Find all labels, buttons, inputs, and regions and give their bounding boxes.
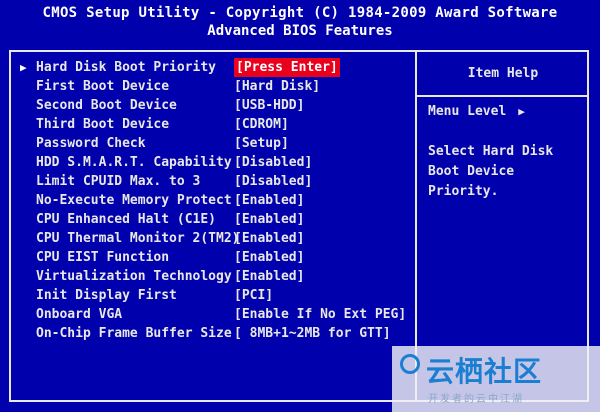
help-text: Select Hard Disk Boot Device Priority. <box>428 144 554 199</box>
setting-value[interactable]: [Disabled] <box>234 172 312 191</box>
setting-init-display[interactable]: Init Display First [PCI] <box>14 286 414 305</box>
setting-value[interactable]: [USB-HDD] <box>234 96 304 115</box>
setting-value[interactable]: [Hard Disk] <box>234 77 320 96</box>
help-divider <box>417 95 589 97</box>
setting-value[interactable]: [Setup] <box>234 134 289 153</box>
setting-password-check[interactable]: Password Check [Setup] <box>14 134 414 153</box>
setting-value[interactable]: [CDROM] <box>234 115 289 134</box>
utility-title: CMOS Setup Utility - Copyright (C) 1984-… <box>42 5 558 21</box>
setting-label: On-Chip Frame Buffer Size <box>36 326 232 341</box>
setting-third-boot-device[interactable]: Third Boot Device [CDROM] <box>14 115 414 134</box>
setting-value[interactable]: [Press Enter] <box>234 58 340 77</box>
setting-label: Second Boot Device <box>36 98 177 113</box>
setting-virtualization[interactable]: Virtualization Technology [Enabled] <box>14 267 414 286</box>
setting-label: Init Display First <box>36 288 177 303</box>
setting-tm2[interactable]: CPU Thermal Monitor 2(TM2) [Enabled] <box>14 229 414 248</box>
setting-value[interactable]: [Enable If No Ext PEG] <box>234 305 406 324</box>
menu-level: Menu Level ▶ <box>428 104 525 119</box>
setting-value[interactable]: [Enabled] <box>234 191 304 210</box>
setting-value[interactable]: [Enabled] <box>234 248 304 267</box>
setting-value[interactable]: [Enabled] <box>234 267 304 286</box>
setting-label: Password Check <box>36 136 146 151</box>
watermark-title: 云栖社区 <box>426 355 543 388</box>
setting-label: Third Boot Device <box>36 117 170 132</box>
settings-list: ▶ Hard Disk Boot Priority [Press Enter] … <box>14 58 414 343</box>
setting-label: First Boot Device <box>36 79 170 94</box>
setting-first-boot-device[interactable]: First Boot Device [Hard Disk] <box>14 77 414 96</box>
setting-label: No-Execute Memory Protect <box>36 193 232 208</box>
menu-level-label: Menu Level <box>428 104 507 119</box>
setting-label: HDD S.M.A.R.T. Capability <box>36 155 232 170</box>
watermark: 云栖社区 开发者的云中江湖 <box>392 346 600 412</box>
setting-c1e[interactable]: CPU Enhanced Halt (C1E) [Enabled] <box>14 210 414 229</box>
setting-label: CPU Thermal Monitor 2(TM2) <box>36 231 240 246</box>
setting-value[interactable]: [ 8MB+1~2MB for GTT] <box>234 324 391 343</box>
setting-value[interactable]: [Enabled] <box>234 229 304 248</box>
setting-label: Onboard VGA <box>36 307 123 322</box>
setting-hdd-smart[interactable]: HDD S.M.A.R.T. Capability [Disabled] <box>14 153 414 172</box>
setting-label: Virtualization Technology <box>36 269 232 284</box>
submenu-arrow-icon: ▶ <box>20 61 27 74</box>
setting-label: CPU EIST Function <box>36 250 170 265</box>
watermark-subtitle: 开发者的云中江湖 <box>428 394 524 405</box>
setting-second-boot-device[interactable]: Second Boot Device [USB-HDD] <box>14 96 414 115</box>
setting-value[interactable]: [Disabled] <box>234 153 312 172</box>
item-help-title: Item Help <box>467 66 539 81</box>
setting-label: Hard Disk Boot Priority <box>36 60 217 75</box>
setting-onboard-vga[interactable]: Onboard VGA [Enable If No Ext PEG] <box>14 305 414 324</box>
setting-no-execute[interactable]: No-Execute Memory Protect [Enabled] <box>14 191 414 210</box>
cloud-logo-icon <box>400 354 420 374</box>
setting-value[interactable]: [PCI] <box>234 286 273 305</box>
menu-level-arrow-icon: ▶ <box>518 105 525 118</box>
setting-eist[interactable]: CPU EIST Function [Enabled] <box>14 248 414 267</box>
setting-value[interactable]: [Enabled] <box>234 210 304 229</box>
setting-label: CPU Enhanced Halt (C1E) <box>36 212 217 227</box>
setting-frame-buffer[interactable]: On-Chip Frame Buffer Size [ 8MB+1~2MB fo… <box>14 324 414 343</box>
setting-hard-disk-boot-priority[interactable]: ▶ Hard Disk Boot Priority [Press Enter] <box>14 58 414 77</box>
setting-limit-cpuid[interactable]: Limit CPUID Max. to 3 [Disabled] <box>14 172 414 191</box>
page-title: Advanced BIOS Features <box>207 23 393 39</box>
bios-header: CMOS Setup Utility - Copyright (C) 1984-… <box>0 0 600 44</box>
setting-label: Limit CPUID Max. to 3 <box>36 174 201 189</box>
